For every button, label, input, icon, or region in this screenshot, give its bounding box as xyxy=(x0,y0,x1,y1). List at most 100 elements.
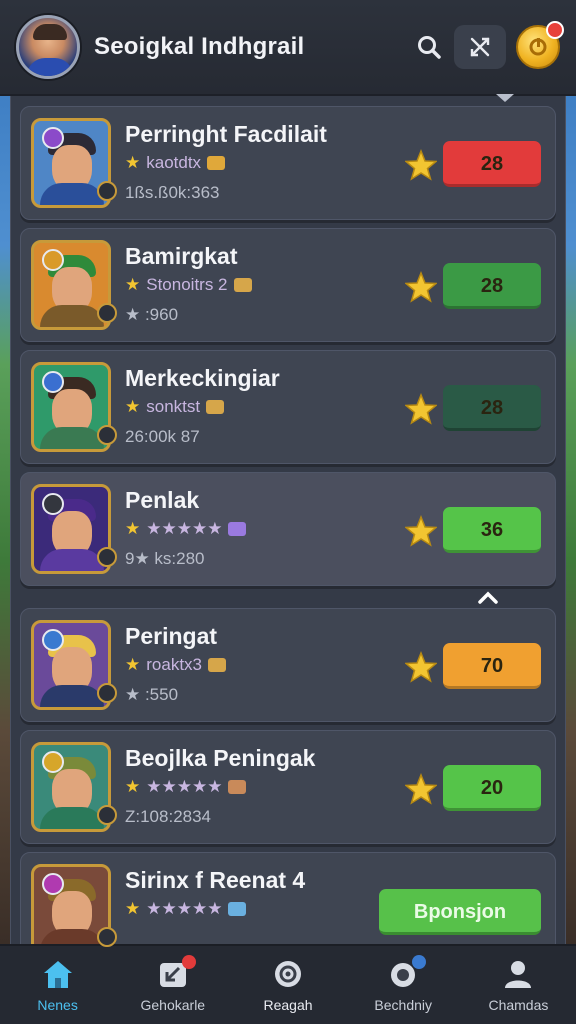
player-name: Perringht Facdilait xyxy=(125,121,327,147)
small-star-icon: ★ xyxy=(125,275,141,294)
nav-label-home: Nenes xyxy=(37,997,78,1013)
player-score-text: Z:108:2834 xyxy=(125,807,212,826)
score-badge[interactable]: 20 xyxy=(443,765,541,811)
stat-text: Stonoitrs 2 xyxy=(146,275,228,294)
stat-text: ★★★★★ xyxy=(146,899,223,918)
nav-search[interactable]: Reagah xyxy=(230,946,345,1024)
nav-profile[interactable]: Chamdas xyxy=(461,946,576,1024)
target-icon xyxy=(271,957,305,991)
hero-body xyxy=(40,183,104,205)
leaderboard-row[interactable]: Beojlka Peningak ★ ★★★★★ Z:108:2834 20 xyxy=(20,730,556,844)
nav-label-search: Reagah xyxy=(263,997,313,1013)
rank-badge xyxy=(42,873,64,895)
chevron-up-icon[interactable] xyxy=(478,590,498,604)
hero-body xyxy=(40,807,104,829)
star-icon xyxy=(405,393,437,425)
swap-icon xyxy=(470,37,490,57)
score-badge[interactable]: 28 xyxy=(443,141,541,187)
bottom-navigation: Nenes Gehokarle Reagah Bechdniy Chamdas xyxy=(0,944,576,1024)
small-star-icon: ★ xyxy=(125,655,141,674)
gem-icon xyxy=(208,658,226,672)
player-score-text: ★ :550 xyxy=(125,685,179,704)
notification-dot xyxy=(546,21,564,39)
coin-button[interactable] xyxy=(516,21,564,69)
player-stats: ★ kaotdtx xyxy=(125,153,226,173)
nav-label-challenges: Gehokarle xyxy=(140,997,206,1013)
player-name: Merkeckingiar xyxy=(125,365,280,391)
hero-body xyxy=(40,427,104,449)
rank-badge xyxy=(42,751,64,773)
stat-text: sonktst xyxy=(146,397,201,416)
gem-icon xyxy=(228,522,247,536)
nav-friends[interactable]: Bechdniy xyxy=(346,946,461,1024)
nav-challenges[interactable]: Gehokarle xyxy=(115,946,230,1024)
player-score-text: 9★ ks:280 xyxy=(125,549,205,568)
leaderboard-row[interactable]: Merkeckingiar ★ sonktst 26:00k 87 28 xyxy=(20,350,556,464)
star-icon xyxy=(405,773,437,805)
gem-icon xyxy=(228,780,247,794)
rank-badge xyxy=(42,371,64,393)
stat-text: roaktx3 xyxy=(146,655,202,674)
star-icon xyxy=(405,515,437,547)
search-button[interactable] xyxy=(414,32,444,62)
star-icon xyxy=(405,149,437,181)
hero-body xyxy=(40,305,104,327)
gem-icon xyxy=(233,278,252,292)
small-star-icon: ★ xyxy=(125,519,141,538)
rank-badge xyxy=(42,629,64,651)
gem-icon xyxy=(207,156,226,170)
stat-text: ★★★★★ xyxy=(146,777,223,796)
challenge-icon xyxy=(156,955,196,991)
player-stats: ★ roaktx3 xyxy=(125,655,226,675)
player-score-text: ★ :960 xyxy=(125,305,179,324)
star-icon xyxy=(405,651,437,683)
small-star-icon: ★ xyxy=(125,397,141,416)
stat-text: kaotdtx xyxy=(146,153,202,172)
badge-blue xyxy=(412,955,427,969)
level-badge xyxy=(97,425,117,445)
nav-label-profile: Chamdas xyxy=(488,997,549,1013)
coin-icon xyxy=(529,38,547,56)
nav-home[interactable]: Nenes xyxy=(0,946,115,1024)
stat-text: ★★★★★ xyxy=(146,519,223,538)
rank-badge xyxy=(42,493,64,515)
gem-icon xyxy=(206,400,225,414)
player-name: Bamirgkat xyxy=(125,243,238,269)
sort-button[interactable] xyxy=(454,25,506,69)
score-badge[interactable]: 28 xyxy=(443,385,541,431)
player-stats: ★ ★★★★★ xyxy=(125,899,247,919)
score-badge[interactable]: 70 xyxy=(443,643,541,689)
level-badge xyxy=(97,683,117,703)
player-stats: ★ Stonoitrs 2 xyxy=(125,275,252,295)
player-stats: ★ sonktst xyxy=(125,397,225,417)
player-name: Beojlka Peningak xyxy=(125,745,316,771)
star-icon xyxy=(405,271,437,303)
small-star-icon: ★ xyxy=(125,899,141,918)
nav-label-friends: Bechdniy xyxy=(374,997,432,1013)
level-badge xyxy=(97,547,117,567)
top-header: Seoigkal Indhgrail xyxy=(0,0,576,96)
score-badge[interactable]: 36 xyxy=(443,507,541,553)
search-icon xyxy=(418,36,441,59)
small-star-icon: ★ xyxy=(125,777,141,796)
score-badge[interactable]: 28 xyxy=(443,263,541,309)
player-name: Sirinx f Reenat 4 xyxy=(125,867,306,893)
player-score-text: 1ßs.ß0k:363 xyxy=(125,183,220,202)
rank-badge xyxy=(42,127,64,149)
friends-icon xyxy=(386,955,427,991)
page-title: Seoigkal Indhgrail xyxy=(94,33,305,60)
leaderboard-row[interactable]: Perringht Facdilait ★ kaotdtx 1ßs.ß0k:36… xyxy=(20,106,556,220)
rank-badge xyxy=(42,249,64,271)
level-badge xyxy=(97,927,117,947)
player-stats: ★ ★★★★★ xyxy=(125,519,247,539)
user-icon xyxy=(501,957,535,991)
level-badge xyxy=(97,303,117,323)
sponsor-button[interactable]: Bponsjon xyxy=(379,889,541,935)
badge-red xyxy=(181,955,196,969)
level-badge xyxy=(97,805,117,825)
leaderboard-row[interactable]: Bamirgkat ★ Stonoitrs 2 ★ :960 28 xyxy=(20,228,556,342)
leaderboard-row[interactable]: Peringat ★ roaktx3 ★ :550 70 xyxy=(20,608,556,722)
avatar[interactable] xyxy=(16,15,80,79)
leaderboard-row[interactable]: Penlak ★ ★★★★★ 9★ ks:280 36 xyxy=(20,472,556,586)
small-star-icon: ★ xyxy=(125,153,141,172)
